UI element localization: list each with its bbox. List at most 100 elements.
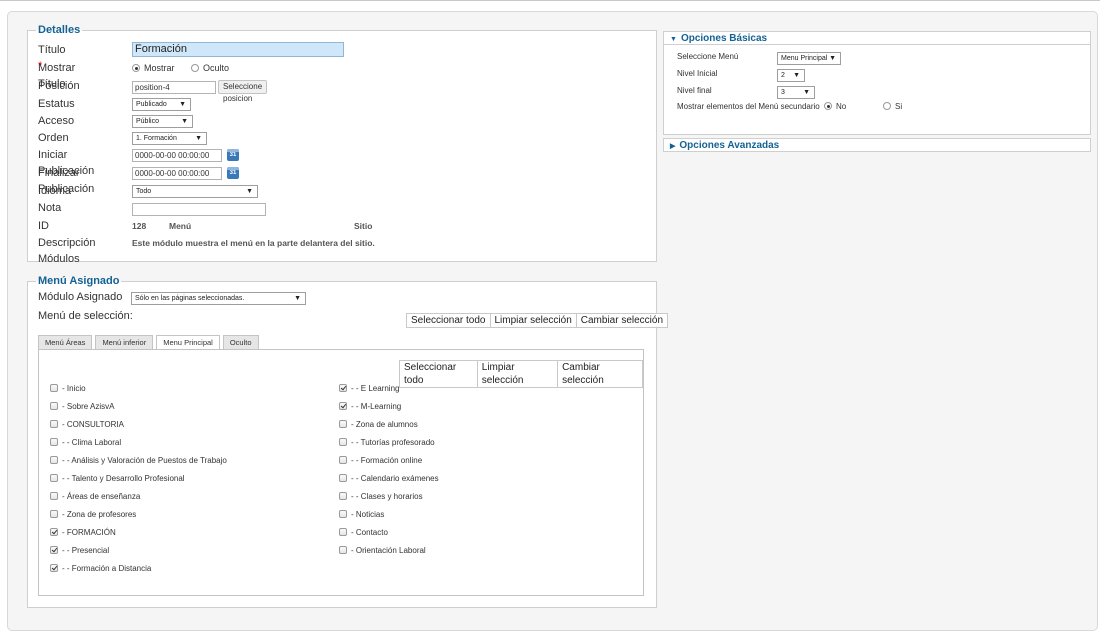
status-value: Publicado — [136, 101, 167, 108]
yes-radio-icon[interactable] — [883, 102, 891, 110]
language-label: Idioma — [38, 185, 72, 197]
language-value: Todo — [136, 188, 152, 195]
menu-item-label: - - Análisis y Valoración de Puestos de … — [62, 456, 227, 465]
menu-item[interactable]: - Sobre AzisvA — [50, 401, 114, 413]
hide-radio-icon[interactable] — [191, 64, 199, 72]
select-menu-select[interactable]: Menu Principal ▼ — [777, 52, 841, 65]
checkbox[interactable] — [50, 474, 58, 482]
hide-title-radio[interactable]: Oculto — [191, 60, 229, 76]
title-label-text: Título — [38, 44, 66, 56]
calendar-icon[interactable]: 31 — [227, 167, 239, 179]
checkbox-checked[interactable] — [339, 384, 347, 392]
note-label: Nota — [38, 202, 62, 214]
menu-item[interactable]: - - Formación online — [339, 455, 422, 467]
checkbox[interactable] — [50, 492, 58, 500]
checkbox[interactable] — [339, 510, 347, 518]
checkbox-checked[interactable] — [50, 528, 58, 536]
menu-item[interactable]: - - Talento y Desarrollo Profesional — [50, 473, 185, 485]
tab-menu-areas[interactable]: Menú Áreas — [38, 335, 93, 350]
finish-publishing-input[interactable]: 0000-00-00 00:00:00 — [132, 167, 222, 180]
assigned-module-value: Sólo en las páginas seleccionadas. — [135, 295, 245, 302]
checkbox[interactable] — [339, 438, 347, 446]
submenu-no-radio[interactable]: No — [824, 101, 846, 112]
menu-item[interactable]: - - Calendario exámenes — [339, 473, 439, 485]
show-radio-icon[interactable] — [132, 64, 140, 72]
position-input[interactable]: position-4 — [132, 81, 216, 94]
menu-item[interactable]: - Orientación Laboral — [339, 545, 426, 557]
show-title-radio[interactable]: Mostrar — [132, 60, 175, 76]
basic-options-header[interactable]: ▼ Opciones Básicas — [663, 31, 1091, 45]
menu-item[interactable]: - - Tutorías profesorado — [339, 437, 435, 449]
menu-item[interactable]: - - Presencial — [50, 545, 109, 557]
menu-item-label: - Contacto — [351, 528, 388, 537]
menu-item[interactable]: - Áreas de enseñanza — [50, 491, 140, 503]
checkbox[interactable] — [339, 456, 347, 464]
checkbox-checked[interactable] — [339, 402, 347, 410]
id-site: Sitio — [354, 221, 373, 231]
menu-item[interactable]: - CONSULTORIA — [50, 419, 124, 431]
checkbox[interactable] — [50, 402, 58, 410]
module-description-label: Descripción Módulos — [38, 237, 96, 265]
checkbox[interactable] — [339, 474, 347, 482]
end-level-select[interactable]: 3 ▼ — [777, 86, 815, 99]
assigned-module-select[interactable]: Sólo en las páginas seleccionadas. ▼ — [131, 292, 306, 305]
checkbox[interactable] — [339, 492, 347, 500]
submenu-yes-radio[interactable]: Si — [883, 101, 902, 112]
menu-item-label: - - Formación online — [351, 456, 423, 465]
no-radio-icon[interactable] — [824, 102, 832, 110]
menu-item[interactable]: - FORMACIÓN — [50, 527, 116, 539]
advanced-options-header[interactable]: ▶ Opciones Avanzadas — [663, 138, 1091, 152]
basic-options-title: Opciones Básicas — [680, 33, 768, 44]
note-input[interactable] — [132, 203, 266, 216]
tab-oculto[interactable]: Oculto — [222, 335, 259, 350]
toggle-selection-button[interactable]: Cambiar selección — [575, 314, 667, 327]
select-position-button[interactable]: Seleccione posicion — [218, 80, 268, 103]
menu-item-label: - - Presencial — [62, 546, 110, 555]
menu-item-label: - Zona de profesores — [62, 510, 137, 519]
checkbox[interactable] — [50, 438, 58, 446]
menu-item[interactable]: - Zona de profesores — [50, 509, 136, 521]
menu-item[interactable]: - - Análisis y Valoración de Puestos de … — [50, 455, 227, 467]
menu-item-label: - - Clima Laboral — [62, 438, 122, 447]
status-select[interactable]: Publicado ▼ — [132, 98, 191, 111]
menu-item[interactable]: - - Clima Laboral — [50, 437, 121, 449]
tab-select-all-button[interactable]: Seleccionar todo — [400, 361, 477, 387]
menu-item[interactable]: - Zona de alumnos — [339, 419, 418, 431]
checkbox[interactable] — [339, 546, 347, 554]
menu-item-label: - - Formación a Distancia — [62, 564, 152, 573]
checkbox[interactable] — [339, 528, 347, 536]
tab-toggle-selection-button[interactable]: Cambiar selección — [557, 361, 642, 387]
menu-item[interactable]: - - Clases y horarios — [339, 491, 423, 503]
id-label: ID — [38, 220, 49, 232]
tab-menu-inferior[interactable]: Menú inferior — [95, 335, 154, 350]
title-input[interactable]: Formación — [132, 42, 344, 57]
menu-item[interactable]: - - Formación a Distancia — [50, 563, 151, 575]
checkbox-checked[interactable] — [50, 546, 58, 554]
start-level-select[interactable]: 2 ▼ — [777, 69, 805, 82]
language-select[interactable]: Todo ▼ — [132, 185, 258, 198]
order-select[interactable]: 1. Formación ▼ — [132, 132, 207, 145]
checkbox[interactable] — [50, 420, 58, 428]
select-all-button[interactable]: Seleccionar todo — [407, 314, 490, 327]
menu-item[interactable]: - Contacto — [339, 527, 388, 539]
menu-item[interactable]: - - E Learning — [339, 383, 399, 395]
menu-item[interactable]: - - M-Learning — [339, 401, 401, 413]
checkbox[interactable] — [339, 420, 347, 428]
menu-item-label: - - Tutorías profesorado — [351, 438, 435, 447]
clear-selection-button[interactable]: Limpiar selección — [489, 314, 576, 327]
basic-options-body: Seleccione Menú Menu Principal ▼ Nivel In… — [663, 45, 1091, 135]
menu-item-label: - Noticias — [351, 510, 385, 519]
details-legend: Detalles — [38, 24, 81, 36]
menu-item[interactable]: - Noticias — [339, 509, 384, 521]
checkbox[interactable] — [50, 456, 58, 464]
start-publishing-input[interactable]: 0000-00-00 00:00:00 — [132, 149, 222, 162]
access-select[interactable]: Público ▼ — [132, 115, 193, 128]
checkbox-checked[interactable] — [50, 564, 58, 572]
menu-item[interactable]: - Inicio — [50, 383, 86, 395]
checkbox[interactable] — [50, 384, 58, 392]
calendar-icon[interactable]: 31 — [227, 149, 239, 161]
tab-selection-button-group: Seleccionar todo Limpiar selección Cambi… — [399, 360, 643, 388]
tab-clear-selection-button[interactable]: Limpiar selección — [476, 361, 557, 387]
selection-button-group: Seleccionar todo Limpiar selección Cambi… — [406, 313, 669, 328]
checkbox[interactable] — [50, 510, 58, 518]
